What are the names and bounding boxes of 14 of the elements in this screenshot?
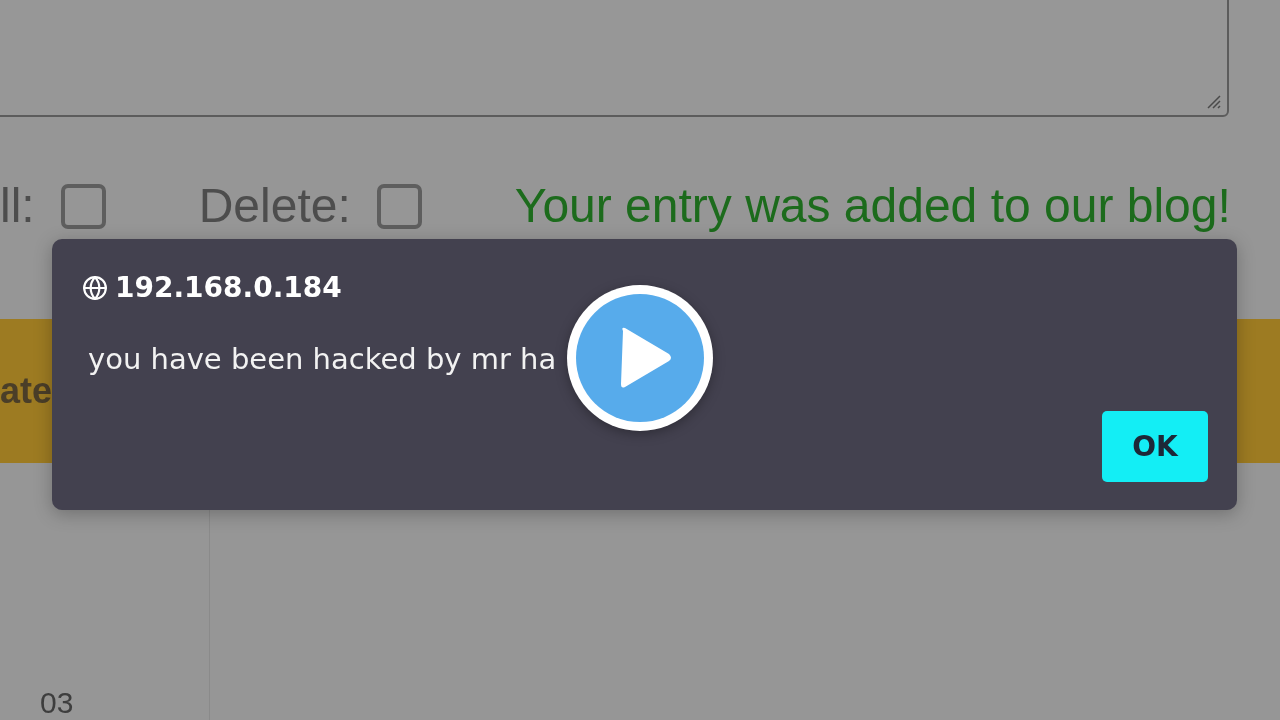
resize-handle-icon[interactable] bbox=[1205, 93, 1221, 109]
globe-icon bbox=[82, 275, 108, 302]
dialog-message: you have been hacked by mr ha bbox=[88, 341, 557, 377]
dialog-title: 192.168.0.184 bbox=[115, 273, 342, 304]
success-message: Your entry was added to our blog! bbox=[514, 182, 1231, 230]
ok-button[interactable]: OK bbox=[1102, 411, 1208, 482]
checkbox-label: ll: bbox=[0, 182, 35, 230]
checkbox[interactable] bbox=[376, 183, 422, 229]
play-button-icon[interactable] bbox=[565, 283, 715, 433]
checkbox[interactable] bbox=[60, 183, 106, 229]
table-cell: 03 bbox=[40, 688, 74, 718]
checkbox-label: Delete: bbox=[198, 182, 351, 230]
banner-text: ate bbox=[0, 373, 53, 409]
text-area-field[interactable] bbox=[0, 0, 1229, 117]
